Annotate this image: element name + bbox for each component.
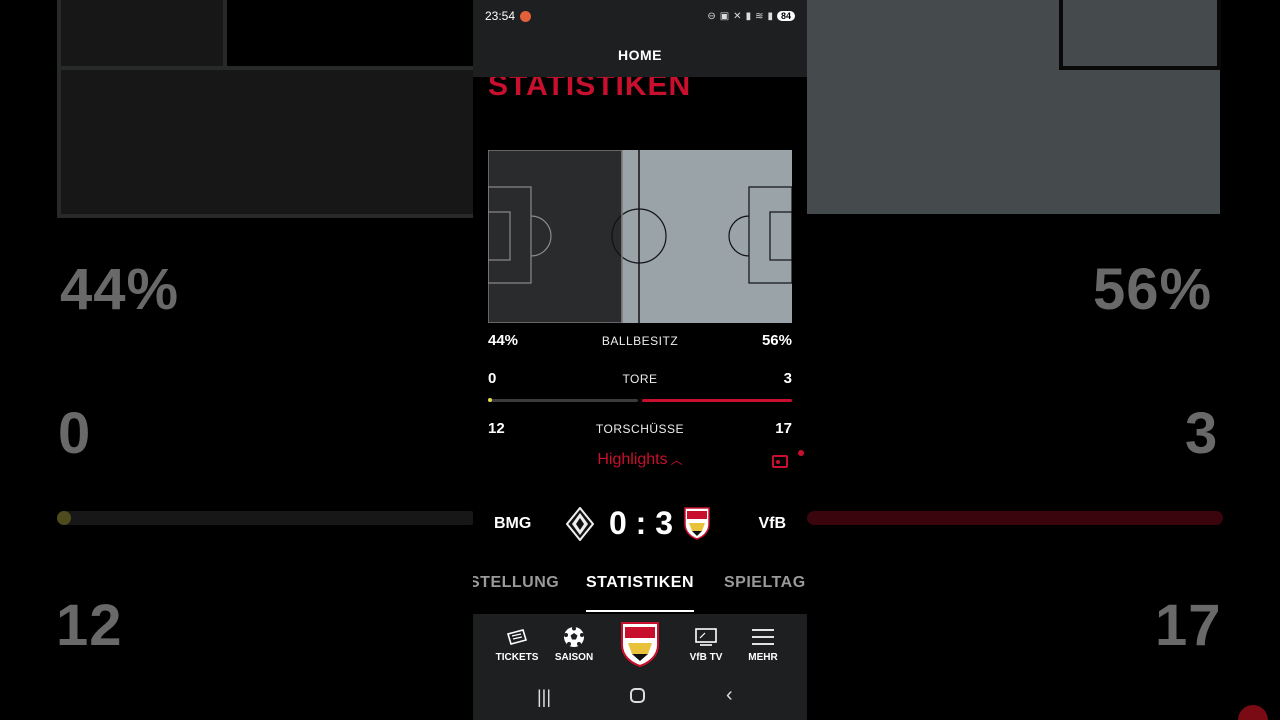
goals-label: TORE	[622, 371, 658, 386]
bottom-navigation: TICKETS SAISON VfB TV MEHR	[473, 614, 807, 674]
vfb-crest-nav-icon	[621, 622, 659, 667]
goals-bar-home-tip	[488, 398, 492, 402]
active-tab-indicator	[586, 610, 694, 612]
home-icon[interactable]	[630, 688, 645, 703]
live-dot	[798, 450, 804, 456]
bg-bar-away	[807, 511, 1223, 525]
goals-bar	[488, 398, 792, 403]
pitch-graphic	[488, 150, 792, 323]
tab-spieltag[interactable]: SPIELTAG	[724, 574, 806, 592]
bg-bar-home	[57, 511, 473, 525]
app-header: HOME	[473, 32, 807, 77]
bg-pitch-box	[57, 0, 227, 70]
phone-screen: 23:54 ⊖ ▣ ✕ ▮ ≋ ▮ 84 HOME STATISTIKEN 44…	[473, 0, 807, 720]
highlights-label: Highlights	[597, 451, 668, 468]
pitch-away-area	[622, 150, 792, 323]
pitch-home-area	[488, 150, 623, 323]
background-left: 44% 0 12	[0, 0, 473, 720]
shots-label: TORSCHÜSSE	[595, 421, 685, 436]
possession-pitch	[488, 150, 792, 323]
football-icon	[564, 626, 584, 647]
status-time: 23:54	[485, 9, 516, 23]
nav-saison[interactable]: SAISON	[551, 614, 597, 674]
notification-icon	[520, 10, 532, 22]
nav-mehr-label: MEHR	[748, 651, 778, 663]
cast-icon: ▣	[719, 10, 730, 22]
wifi-icon: ≋	[755, 10, 764, 22]
nav-saison-label: SAISON	[554, 651, 594, 663]
match-score-bar[interactable]: BMG 0 : 3 VfB	[473, 499, 807, 549]
stats-content[interactable]: STATISTIKEN 44% BALLBESITZ 56% 0 TORE 3 …	[473, 77, 807, 614]
match-score: 0 : 3	[608, 505, 674, 541]
radio-icon[interactable]	[772, 455, 788, 468]
bg-goals-home: 0	[58, 401, 92, 466]
bg-shots-away: 17	[1155, 593, 1222, 658]
vfb-crest-icon	[684, 507, 710, 540]
bg-possession-away: 56%	[1093, 257, 1213, 322]
bg-goals-away: 3	[1185, 401, 1219, 466]
bg-shots-home: 12	[56, 593, 123, 658]
bmg-crest-icon	[566, 507, 594, 541]
shots-away: 17	[775, 420, 792, 437]
back-icon[interactable]: ‹	[726, 684, 733, 707]
signal-icon-2: ▮	[767, 10, 773, 22]
possession-away: 56%	[761, 332, 792, 349]
signal-icon: ▮	[745, 10, 752, 22]
tab-stellung[interactable]: STELLUNG	[473, 574, 559, 592]
away-team-name: VfB	[758, 515, 786, 532]
goals-bar-home	[488, 398, 638, 402]
highlights-toggle[interactable]: Highlights ︿	[473, 451, 807, 469]
bg-bar-tip	[57, 511, 71, 525]
status-bar: 23:54 ⊖ ▣ ✕ ▮ ≋ ▮ 84	[473, 0, 807, 32]
shots-home: 12	[488, 420, 505, 437]
goals-away: 3	[783, 370, 792, 387]
match-tabs: STELLUNG STATISTIKEN SPIELTAG	[473, 567, 807, 614]
dnd-icon: ⊖	[707, 10, 716, 22]
background-right: 56% 3 17	[807, 0, 1280, 720]
nav-tickets[interactable]: TICKETS	[493, 614, 541, 674]
menu-icon	[752, 628, 774, 645]
nav-tickets-label: TICKETS	[495, 651, 539, 663]
screen: 44% 0 12 56% 3 17 23:54 ⊖ ▣ ✕ ▮ ≋ ▮ 84 H…	[0, 0, 1280, 720]
goals-bar-away	[642, 399, 792, 402]
nav-vfb-tv-label: VfB TV	[689, 651, 723, 663]
shots-row: 12 TORSCHÜSSE 17	[488, 420, 792, 437]
section-title: STATISTIKEN	[488, 77, 692, 102]
home-team-name: BMG	[494, 515, 532, 532]
nav-vfb-tv[interactable]: VfB TV	[683, 614, 729, 674]
possession-home: 44%	[488, 332, 519, 349]
tv-icon	[695, 627, 717, 646]
system-navigation-bar: ||| ‹	[473, 674, 807, 720]
bg-pitch-box-right	[1059, 0, 1221, 70]
chevron-up-icon: ︿	[670, 453, 683, 467]
bg-pitch-half	[57, 66, 473, 218]
goals-home: 0	[488, 370, 497, 387]
nav-home-crest[interactable]	[617, 614, 663, 674]
possession-row: 44% BALLBESITZ 56%	[488, 332, 792, 349]
nav-mehr[interactable]: MEHR	[741, 614, 785, 674]
recent-apps-icon[interactable]: |||	[537, 687, 551, 708]
tab-statistiken[interactable]: STATISTIKEN	[586, 574, 694, 592]
goals-row: 0 TORE 3	[488, 370, 792, 387]
mute-icon: ✕	[733, 10, 742, 22]
ticket-icon	[506, 628, 528, 645]
header-title: HOME	[618, 46, 662, 63]
battery-indicator: 84	[776, 11, 795, 21]
bg-possession-home: 44%	[60, 257, 180, 322]
possession-label: BALLBESITZ	[601, 333, 679, 348]
